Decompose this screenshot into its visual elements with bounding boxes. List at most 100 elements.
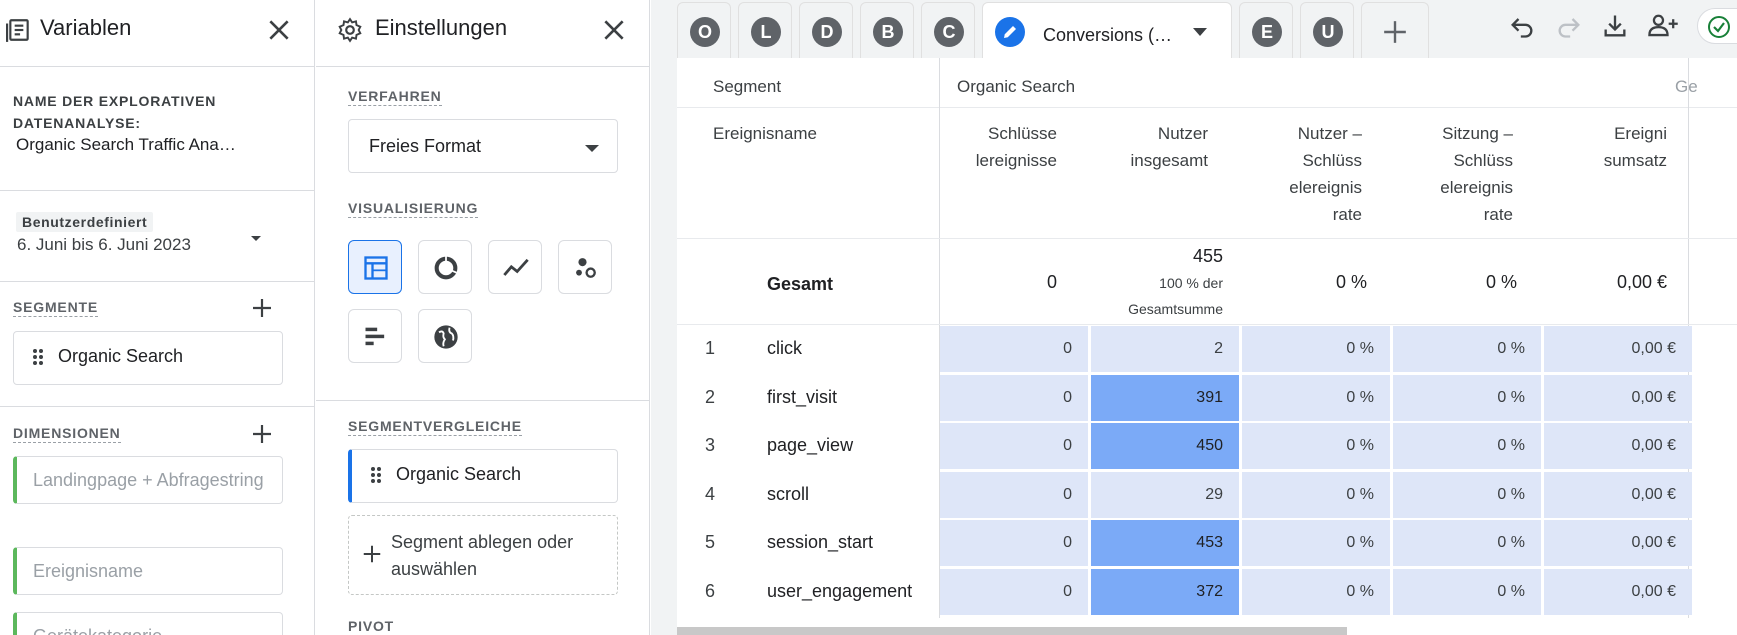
dimension-item[interactable]: Ereignisname (13, 547, 283, 595)
tab-o[interactable]: O (677, 2, 731, 58)
exploration-name-label: NAME DER EXPLORATIVEN DATENANALYSE: (13, 93, 217, 131)
tab-b[interactable]: B (860, 2, 914, 58)
table-cell[interactable]: 0,00 € (1544, 326, 1692, 372)
row-event-name[interactable]: scroll (767, 484, 809, 505)
viz-scatter-button[interactable] (558, 240, 612, 294)
date-range-picker[interactable]: Benutzerdefiniert 6. Juni bis 6. Juni 20… (0, 192, 314, 282)
tab-letter: D (812, 17, 842, 47)
row-dimension-header: Ereignisname (713, 124, 817, 143)
row-number: 2 (704, 386, 715, 407)
column-header[interactable]: Schlüsse lereignisse (939, 120, 1057, 174)
dimension-item[interactable]: Gerätekategorie (13, 612, 283, 635)
table-cell[interactable]: 29 (1091, 471, 1239, 518)
segment-item[interactable]: Organic Search (13, 331, 283, 385)
dimension-item[interactable]: Landingpage + Abfragestring (13, 456, 283, 504)
row-event-name[interactable]: session_start (767, 532, 873, 553)
tab-l[interactable]: L (738, 2, 792, 58)
table-cell[interactable]: 2 (1091, 326, 1239, 372)
download-icon[interactable] (1601, 12, 1629, 40)
drag-handle-icon[interactable] (370, 466, 382, 484)
table-cell[interactable]: 0 % (1242, 568, 1390, 615)
table-cell[interactable]: 0,00 € (1544, 423, 1692, 469)
divider (677, 107, 1737, 108)
row-event-name[interactable]: first_visit (767, 387, 837, 408)
row-event-name[interactable]: page_view (767, 435, 853, 456)
technique-select[interactable]: Freies Format (348, 119, 618, 173)
table-cell[interactable]: 0 % (1393, 326, 1541, 372)
row-number: 4 (704, 483, 715, 504)
column-header[interactable]: Nutzer – Schlüss elereignis rate (1262, 120, 1362, 228)
viz-line-button[interactable] (488, 240, 542, 294)
table-cell[interactable]: 0 % (1242, 374, 1390, 421)
table-cell[interactable]: 0 (940, 471, 1088, 518)
segment-drop-text: Segment ablegen oder auswählen (391, 532, 574, 579)
row-number: 1 (704, 338, 715, 358)
tab-c[interactable]: C (921, 2, 975, 58)
exploration-name-field[interactable]: Organic Search Traffic Ana… (16, 135, 266, 155)
close-icon[interactable] (601, 17, 627, 43)
table-cell[interactable]: 391 (1091, 374, 1239, 421)
table-cell[interactable]: 0 (940, 520, 1088, 566)
table-cell[interactable]: 0 % (1393, 471, 1541, 518)
table-cell[interactable]: 0 (940, 374, 1088, 421)
chevron-down-icon (585, 145, 599, 152)
table-cell[interactable]: 450 (1091, 423, 1239, 469)
add-dimension-icon[interactable] (250, 422, 274, 446)
column-header[interactable]: Nutzer insgesamt (1094, 120, 1208, 174)
table-cell[interactable]: 0 % (1242, 471, 1390, 518)
table-cell[interactable]: 0,00 € (1544, 520, 1692, 566)
tab-letter: L (751, 17, 781, 47)
table-cell[interactable]: 0 (940, 568, 1088, 615)
segment-comparison-label: SEGMENTVERGLEICHE (348, 418, 522, 436)
row-number: 6 (704, 580, 715, 601)
total-label: Gesamt (767, 274, 834, 294)
drag-handle-icon[interactable] (32, 348, 44, 366)
row-event-name[interactable]: user_engagement (767, 581, 912, 602)
table-cell[interactable]: 0 % (1393, 520, 1541, 566)
segment-drop-zone[interactable]: Segment ablegen oder auswählen (348, 515, 618, 595)
table-cell[interactable]: 0 (940, 423, 1088, 469)
close-icon[interactable] (266, 17, 292, 43)
segments-label: SEGMENTE (13, 299, 98, 317)
table-cell[interactable]: 453 (1091, 520, 1239, 566)
add-segment-icon[interactable] (250, 296, 274, 320)
table-cell[interactable]: 0 % (1393, 423, 1541, 469)
viz-bar-button[interactable] (348, 309, 402, 363)
redo-icon[interactable] (1555, 12, 1583, 40)
table-cell[interactable]: 0 (940, 326, 1088, 372)
segment-comparison-item[interactable]: Organic Search (348, 449, 618, 503)
viz-table-button[interactable] (348, 240, 402, 294)
table-cell[interactable]: 0,00 € (1544, 374, 1692, 421)
tab-e[interactable]: E (1239, 2, 1293, 58)
table-cell[interactable]: 0 % (1242, 326, 1390, 372)
viz-donut-button[interactable] (418, 240, 472, 294)
viz-geo-button[interactable] (418, 309, 472, 363)
table-cell[interactable]: 372 (1091, 568, 1239, 615)
row-event-name[interactable]: click (767, 338, 802, 359)
share-add-user-icon[interactable] (1646, 12, 1680, 40)
pivot-label: PIVOT (348, 618, 395, 634)
table-cell[interactable]: 0,00 € (1544, 471, 1692, 518)
column-header[interactable]: Sitzung – Schlüss elereignis rate (1415, 120, 1513, 228)
dimensions-section: DIMENSIONEN Landingpage + Abfragestring … (0, 407, 314, 635)
check-circle-icon (1708, 16, 1730, 38)
segment-column-header: Organic Search (957, 77, 1076, 96)
divider (677, 238, 1737, 239)
table-cell[interactable]: 0 % (1242, 520, 1390, 566)
tab-conversions-active[interactable]: Conversions (… (982, 2, 1232, 58)
column-header[interactable]: Ereigni sumsatz (1587, 120, 1667, 174)
chevron-down-icon[interactable] (1193, 27, 1207, 37)
dropdown-caret-icon[interactable] (250, 232, 262, 244)
total-value: 0,00 € (1616, 272, 1667, 292)
total-value: 0 % (1485, 272, 1517, 292)
undo-icon[interactable] (1508, 12, 1536, 40)
tab-d[interactable]: D (799, 2, 853, 58)
horizontal-scrollbar[interactable] (677, 627, 1347, 635)
save-status-chip[interactable] (1697, 8, 1737, 44)
add-tab-button[interactable] (1361, 2, 1429, 58)
tab-u[interactable]: U (1300, 2, 1354, 58)
table-cell[interactable]: 0 % (1393, 568, 1541, 615)
table-cell[interactable]: 0,00 € (1544, 568, 1692, 615)
table-cell[interactable]: 0 % (1242, 423, 1390, 469)
table-cell[interactable]: 0 % (1393, 374, 1541, 421)
